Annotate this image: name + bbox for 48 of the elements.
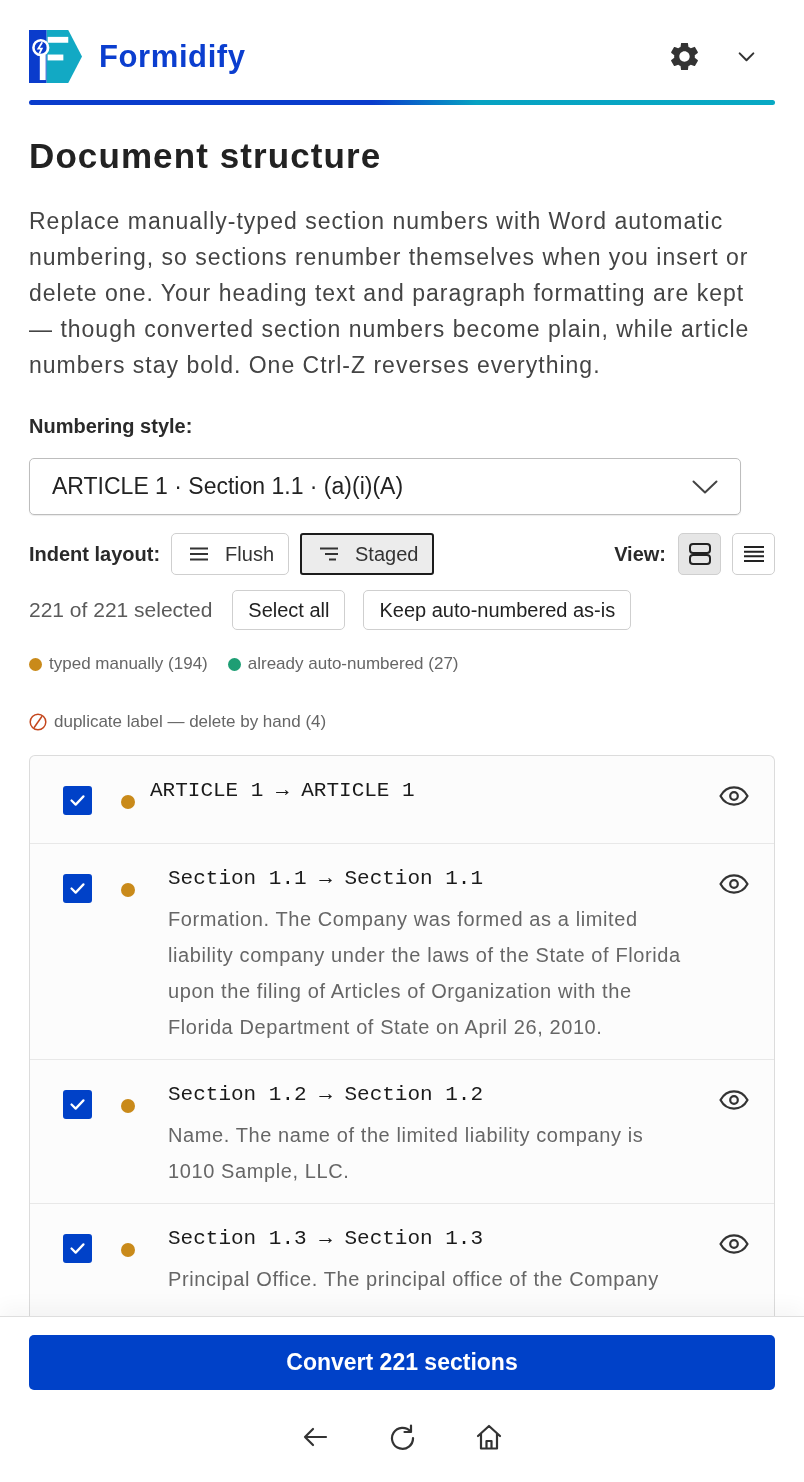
section-mapping: ARTICLE 1 → ARTICLE 1 <box>150 778 416 804</box>
section-mapping: Section 1.2 → Section 1.2 <box>168 1082 485 1108</box>
caret-icon <box>692 479 718 494</box>
checkbox[interactable] <box>63 874 92 903</box>
section-text: Principal Office. The principal office of the Company <box>168 1267 660 1292</box>
chevron-down-icon[interactable] <box>738 51 755 62</box>
checkmark-icon <box>70 1243 85 1254</box>
lines-icon <box>190 547 209 561</box>
view-toggle-button[interactable] <box>678 533 721 575</box>
indent-layout-label: Indent layout: <box>29 542 161 566</box>
eye-icon[interactable] <box>719 786 749 806</box>
checkmark-icon <box>70 795 85 806</box>
checkmark-icon <box>70 1099 85 1110</box>
slashed-circle-icon <box>29 713 47 731</box>
view-toggle-button[interactable] <box>732 533 775 575</box>
settings-icon[interactable] <box>671 43 698 70</box>
checkbox[interactable] <box>63 786 92 815</box>
eye-icon[interactable] <box>719 1090 749 1110</box>
checkmark-icon <box>70 883 85 894</box>
stacked-cards-icon <box>688 543 711 565</box>
reload-icon[interactable] <box>389 1424 415 1450</box>
indented-lines-icon <box>320 547 338 561</box>
legend-label: already auto-numbered (27) <box>247 653 459 675</box>
brand-name: Formidify <box>99 38 246 75</box>
selection-count: 221 of 221 selected <box>29 598 213 622</box>
convert-button[interactable]: Convert 221 sections <box>29 1335 775 1390</box>
eye-icon[interactable] <box>719 1234 749 1254</box>
numbering-style-label: Numbering style: <box>29 414 194 439</box>
logo-icon <box>29 30 82 83</box>
layout-option-button[interactable]: Staged <box>300 533 435 575</box>
checkbox[interactable] <box>63 1090 92 1119</box>
page-title: Document structure <box>29 135 383 177</box>
legend-label: duplicate label — delete by hand (4) <box>54 711 327 733</box>
legend-label: typed manually (194) <box>49 653 208 675</box>
checkbox[interactable] <box>63 1234 92 1263</box>
list-lines-icon <box>743 546 764 562</box>
section-text: Formation. The Company was formed as a limited liability company under the laws of the State of Florida upon the filing of Articles of Organization with the Florida Department of State on April 26, 2010. <box>168 907 682 1040</box>
numbering-style-dropdown[interactable]: ARTICLE 1 · Section 1.1 · (a)(i)(A) <box>29 458 741 515</box>
selection-button[interactable]: Select all <box>232 590 346 630</box>
layout-option-button[interactable]: Flush <box>171 533 289 575</box>
eye-icon[interactable] <box>719 874 749 894</box>
selection-button[interactable]: Keep auto-numbered as-is <box>363 590 632 630</box>
home-icon[interactable] <box>476 1424 502 1450</box>
view-label: View: <box>614 542 666 566</box>
section-mapping: Section 1.1 → Section 1.1 <box>168 866 485 892</box>
section-text: Name. The name of the limited liability company is 1010 Sample, LLC. <box>168 1123 645 1184</box>
section-mapping: Section 1.3 → Section 1.3 <box>168 1226 485 1252</box>
description-text: Replace manually-typed section numbers with Word automatic numbering, so sections renumber themselves when you insert or delete one. Your heading text and paragraph formatting are kept — though converted section numbers become plain, while article numbers stay bold. One Ctrl-Z reverses everything. <box>29 207 751 380</box>
